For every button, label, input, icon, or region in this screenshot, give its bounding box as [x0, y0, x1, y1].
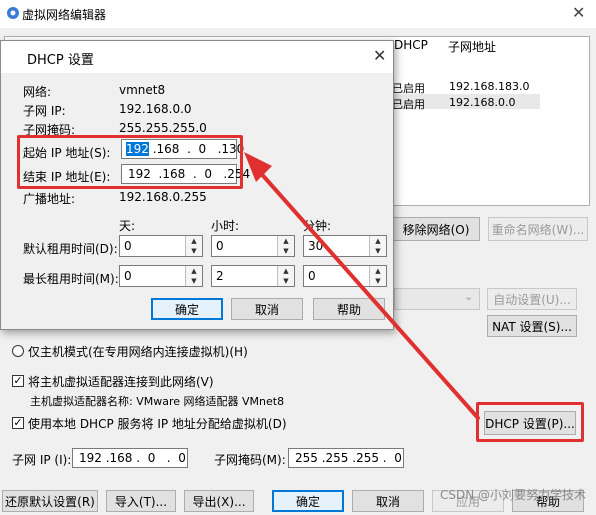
- annotation-arrow-overlay: [244, 152, 480, 420]
- annotation-arrowhead-icon: [244, 152, 272, 182]
- csdn-watermark: CSDN @小刘要努力学技术: [440, 488, 587, 502]
- annotation-arrow-line: [256, 168, 480, 420]
